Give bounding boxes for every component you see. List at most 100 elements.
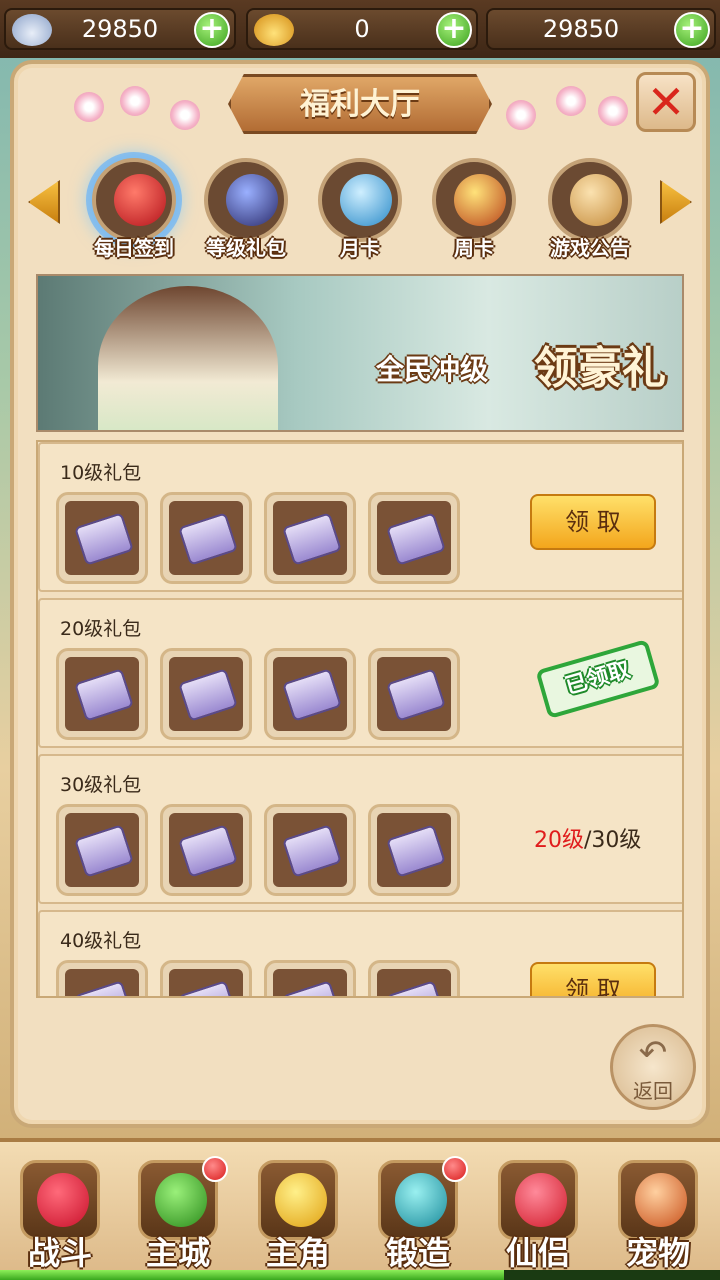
reward-item-slot[interactable] <box>368 648 460 740</box>
reward-item-slot[interactable] <box>368 492 460 584</box>
tab-monthly-card[interactable]: 月卡 <box>312 158 408 260</box>
gift-token-icon <box>169 813 243 887</box>
blossom-decoration-icon <box>120 86 150 116</box>
nav-battle[interactable]: 战斗 <box>10 1156 110 1272</box>
banner-title: 领豪礼 <box>534 343 666 394</box>
red-orb-icon <box>114 174 166 226</box>
gift-token-icon <box>65 813 139 887</box>
reward-item-slot[interactable] <box>264 492 356 584</box>
silver-value: 29850 <box>81 15 159 43</box>
gift-token-icon <box>273 813 347 887</box>
tab-daily-checkin[interactable]: 每日签到 <box>86 158 182 260</box>
tab-announcements[interactable]: 游戏公告 <box>542 158 638 260</box>
gift-token-icon <box>377 657 451 731</box>
stamina-counter: 29850 + <box>486 8 716 50</box>
nav-label: 主角 <box>265 1234 330 1272</box>
blossom-decoration-icon <box>556 86 586 116</box>
claim-button[interactable]: 领 取 <box>530 962 656 996</box>
notification-badge <box>202 1156 228 1182</box>
gold-value: 0 <box>354 15 370 43</box>
xp-bar-fill <box>0 1270 504 1280</box>
peacock-icon <box>340 174 392 226</box>
notification-badge <box>442 1156 468 1182</box>
reward-item-slot[interactable] <box>160 492 252 584</box>
red-warrior-icon <box>37 1173 89 1227</box>
tab-label: 等级礼包 <box>206 236 286 260</box>
reward-item-slot[interactable] <box>264 804 356 896</box>
reward-item-slot[interactable] <box>56 960 148 996</box>
reward-item-slot[interactable] <box>56 804 148 896</box>
panel-title-plaque: 福利大厅 <box>228 74 492 134</box>
blossom-decoration-icon <box>506 100 536 130</box>
back-button[interactable]: ↶ 返回 <box>610 1024 696 1110</box>
panel-title: 福利大厅 <box>300 87 420 122</box>
reward-item-slot[interactable] <box>160 648 252 740</box>
silver-ingot-icon <box>12 14 52 46</box>
gift-token-icon <box>65 657 139 731</box>
reward-item-slot[interactable] <box>56 648 148 740</box>
nav-label: 仙侣 <box>505 1234 570 1272</box>
reward-item-slot[interactable] <box>264 960 356 996</box>
reward-item-slot[interactable] <box>56 492 148 584</box>
list-item: 40级礼包 领 取 <box>38 910 682 996</box>
gift-title: 20级礼包 <box>60 618 142 640</box>
add-stamina-button[interactable]: + <box>674 12 710 48</box>
nav-pet[interactable]: 宠物 <box>608 1156 708 1272</box>
tab-label: 游戏公告 <box>550 236 630 260</box>
gift-title: 10级礼包 <box>60 462 142 484</box>
level-progress: 20级/30级 <box>534 822 641 854</box>
reward-item-slot[interactable] <box>368 804 460 896</box>
gold-ingot-icon <box>254 14 294 46</box>
constellation-icon <box>226 174 278 226</box>
add-gold-button[interactable]: + <box>436 12 472 48</box>
gift-token-icon <box>169 969 243 996</box>
gift-token-icon <box>65 969 139 996</box>
hero-illustration <box>98 286 278 430</box>
list-item: 30级礼包 20级/30级 <box>38 754 682 904</box>
tab-weekly-card[interactable]: 周卡 <box>426 158 522 260</box>
reward-item-slot[interactable] <box>368 960 460 996</box>
nav-label: 锻造 <box>385 1234 450 1272</box>
gift-token-icon <box>377 813 451 887</box>
tab-label: 月卡 <box>340 236 380 260</box>
gift-token-icon <box>377 969 451 996</box>
reward-item-slot[interactable] <box>264 648 356 740</box>
target-level: 30级 <box>591 828 642 853</box>
nav-hero[interactable]: 主角 <box>248 1156 348 1272</box>
gift-title: 30级礼包 <box>60 774 142 796</box>
promo-banner: 全民冲级 领豪礼 <box>36 274 684 432</box>
hammer-icon <box>395 1173 447 1227</box>
level-gift-list[interactable]: 10级礼包 领 取 20级礼包 已领取 30级礼包 20级/30级 40级礼包 … <box>36 440 684 998</box>
nav-label: 战斗 <box>27 1234 92 1272</box>
bottom-nav-bar: 战斗 主城 主角 锻造 仙侣 宠物 <box>0 1138 720 1280</box>
close-button[interactable]: ✕ <box>636 72 696 132</box>
silver-counter: 29850 + <box>4 8 236 50</box>
gift-token-icon <box>273 969 347 996</box>
nav-label: 主城 <box>145 1234 210 1272</box>
reward-item-slot[interactable] <box>160 804 252 896</box>
monkey-icon <box>635 1173 687 1227</box>
blossom-decoration-icon <box>598 96 628 126</box>
tab-label: 每日签到 <box>94 236 174 260</box>
nav-companion[interactable]: 仙侣 <box>488 1156 588 1272</box>
list-item: 20级礼包 已领取 <box>38 598 682 748</box>
back-label: 返回 <box>633 1079 673 1103</box>
gift-title: 40级礼包 <box>60 930 142 952</box>
reward-item-slot[interactable] <box>160 960 252 996</box>
banner-subtitle: 全民冲级 <box>376 353 489 386</box>
gift-token-icon <box>377 501 451 575</box>
add-silver-button[interactable]: + <box>194 12 230 48</box>
gift-token-icon <box>273 657 347 731</box>
gold-counter: 0 + <box>246 8 478 50</box>
current-level: 20级 <box>534 828 584 853</box>
blossom-decoration-icon <box>170 100 200 130</box>
gift-token-icon <box>169 657 243 731</box>
nav-main-city[interactable]: 主城 <box>128 1156 228 1272</box>
heart-flower-icon <box>515 1173 567 1227</box>
nav-forge[interactable]: 锻造 <box>368 1156 468 1272</box>
claim-button[interactable]: 领 取 <box>530 494 656 550</box>
tab-level-gift[interactable]: 等级礼包 <box>198 158 294 260</box>
scroll-icon <box>570 174 622 226</box>
top-resource-bar: 29850 + 0 + 29850 + <box>0 0 720 58</box>
nav-label: 宠物 <box>625 1234 690 1272</box>
